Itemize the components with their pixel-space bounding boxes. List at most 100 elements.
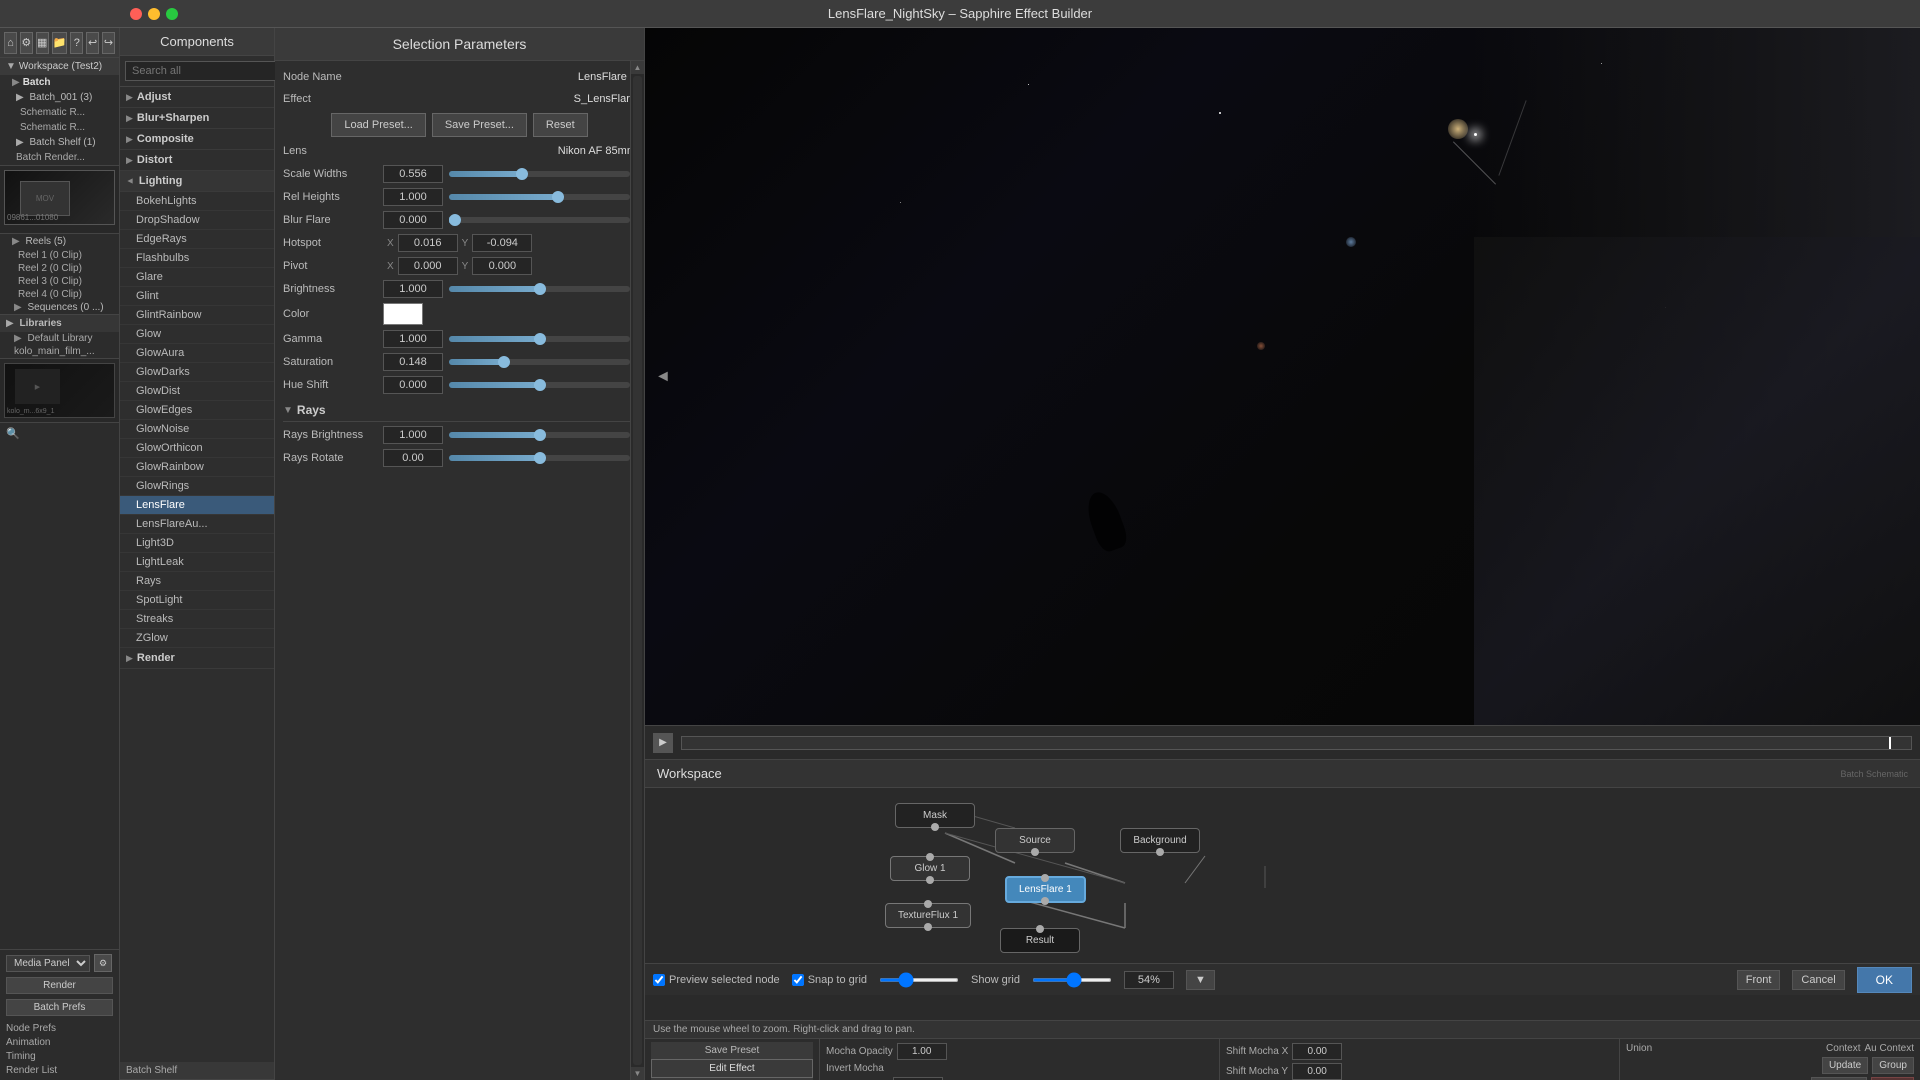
- close-button[interactable]: [130, 8, 142, 20]
- batch-node[interactable]: ▶ Batch: [0, 75, 119, 90]
- maximize-button[interactable]: [166, 8, 178, 20]
- comp-item-glow[interactable]: Glow: [120, 325, 274, 344]
- sequences-node[interactable]: ▶ Sequences (0 ...): [0, 301, 119, 314]
- scale-widths-input[interactable]: [383, 165, 443, 183]
- reel2-node[interactable]: Reel 2 (0 Clip): [0, 262, 119, 275]
- folder-icon[interactable]: 📁: [52, 32, 68, 54]
- media-panel-settings-icon[interactable]: ⚙: [94, 954, 112, 972]
- batch-render-node[interactable]: Batch Render...: [0, 150, 119, 165]
- update-button[interactable]: Update: [1822, 1057, 1868, 1074]
- comp-item-dropshadow[interactable]: DropShadow: [120, 211, 274, 230]
- lensflare1-node[interactable]: LensFlare 1: [1005, 876, 1086, 903]
- comp-item-zglow[interactable]: ZGlow: [120, 629, 274, 648]
- glow1-node[interactable]: Glow 1: [890, 856, 970, 881]
- zoom-slider[interactable]: [1032, 978, 1112, 982]
- gear-icon[interactable]: ⚙: [20, 32, 33, 54]
- reel3-node[interactable]: Reel 3 (0 Clip): [0, 275, 119, 288]
- snap-slider[interactable]: [879, 978, 959, 982]
- rays-section-header[interactable]: ▼ Rays: [283, 399, 636, 422]
- save-preset-button[interactable]: Save Preset...: [432, 113, 527, 137]
- home-icon[interactable]: ⌂: [4, 32, 17, 54]
- front-button[interactable]: Front: [1737, 970, 1781, 990]
- comp-item-lensflare[interactable]: LensFlare: [120, 496, 274, 515]
- gamma-input[interactable]: [383, 330, 443, 348]
- comp-category-render[interactable]: ▶Render: [120, 648, 274, 669]
- comp-item-edgerays[interactable]: EdgeRays: [120, 230, 274, 249]
- comp-item-glintrainbow[interactable]: GlintRainbow: [120, 306, 274, 325]
- rel-heights-input[interactable]: [383, 188, 443, 206]
- mask-node[interactable]: Mask: [895, 803, 975, 828]
- comp-item-bokehlights[interactable]: BokehLights: [120, 192, 274, 211]
- blur-flare-input[interactable]: [383, 211, 443, 229]
- brightness-input[interactable]: [383, 280, 443, 298]
- timeline-bar[interactable]: [681, 736, 1912, 750]
- comp-category-lighting[interactable]: ▼Lighting: [120, 171, 274, 192]
- reset-button[interactable]: Reset: [533, 113, 588, 137]
- timing-label[interactable]: Timing: [6, 1051, 36, 1062]
- redo-icon[interactable]: ↪: [102, 32, 115, 54]
- help-icon[interactable]: ?: [70, 32, 83, 54]
- zoom-input[interactable]: [1124, 971, 1174, 989]
- comp-item-glare[interactable]: Glare: [120, 268, 274, 287]
- default-library-node[interactable]: ▶ Default Library: [0, 332, 119, 345]
- minimize-button[interactable]: [148, 8, 160, 20]
- undo-icon[interactable]: ↩: [86, 32, 99, 54]
- ok-button[interactable]: OK: [1857, 967, 1912, 993]
- batch-sub-node[interactable]: ▶ Batch_001 (3): [0, 90, 119, 105]
- comp-item-light3d[interactable]: Light3D: [120, 534, 274, 553]
- scale-widths-slider[interactable]: [449, 171, 630, 177]
- background-node[interactable]: Background: [1120, 828, 1200, 853]
- comp-item-glowdarks[interactable]: GlowDarks: [120, 363, 274, 382]
- hue-shift-input[interactable]: [383, 376, 443, 394]
- comp-category-distort[interactable]: ▶Distort: [120, 150, 274, 171]
- hotspot-x-input[interactable]: [398, 234, 458, 252]
- scroll-up-icon[interactable]: ▲: [631, 61, 644, 74]
- rays-rotate-slider[interactable]: [449, 455, 630, 461]
- schematic-r1[interactable]: Schematic R...: [0, 105, 119, 120]
- texture1-node[interactable]: TextureFlux 1: [885, 903, 971, 928]
- comp-item-glowrainbow[interactable]: GlowRainbow: [120, 458, 274, 477]
- edit-effect-button[interactable]: Edit Effect: [651, 1059, 813, 1078]
- comp-category-adjust[interactable]: ▶Adjust: [120, 87, 274, 108]
- reel1-node[interactable]: Reel 1 (0 Clip): [0, 249, 119, 262]
- comp-category-composite[interactable]: ▶Composite: [120, 129, 274, 150]
- comp-item-glowdist[interactable]: GlowDist: [120, 382, 274, 401]
- libraries-node[interactable]: ▶ Libraries: [0, 314, 119, 332]
- rel-heights-slider[interactable]: [449, 194, 630, 200]
- schematic-r2[interactable]: Schematic R...: [0, 120, 119, 135]
- comp-item-glowedges[interactable]: GlowEdges: [120, 401, 274, 420]
- duplicate-button[interactable]: Duplicate: [1811, 1077, 1867, 1080]
- nav-left-icon[interactable]: ◄: [655, 368, 671, 386]
- reel4-node[interactable]: Reel 4 (0 Clip): [0, 288, 119, 301]
- render-list-label[interactable]: Render List: [6, 1065, 57, 1076]
- saturation-slider[interactable]: [449, 359, 630, 365]
- gamma-slider[interactable]: [449, 336, 630, 342]
- media-panel-dropdown[interactable]: Media Panel: [6, 955, 90, 972]
- group-button[interactable]: Group: [1872, 1057, 1914, 1074]
- params-scrollbar[interactable]: ▲ ▼: [630, 61, 644, 1080]
- hotspot-y-input[interactable]: [472, 234, 532, 252]
- comp-item-glowrings[interactable]: GlowRings: [120, 477, 274, 496]
- comp-category-blur-sharpen[interactable]: ▶Blur+Sharpen: [120, 108, 274, 129]
- comp-item-flashbulbs[interactable]: Flashbulbs: [120, 249, 274, 268]
- node-graph[interactable]: Mask Source Background: [645, 788, 1920, 963]
- rays-brightness-slider[interactable]: [449, 432, 630, 438]
- zoom-dropdown-button[interactable]: ▼: [1186, 970, 1215, 990]
- comp-item-lightleak[interactable]: LightLeak: [120, 553, 274, 572]
- mocha-opacity-input[interactable]: [897, 1043, 947, 1060]
- comp-item-glownoise[interactable]: GlowNoise: [120, 420, 274, 439]
- play-button[interactable]: ▶: [653, 733, 673, 753]
- shift-mocha-y-input[interactable]: [1292, 1063, 1342, 1080]
- result-node[interactable]: Result: [1000, 928, 1080, 953]
- comp-item-glowaura[interactable]: GlowAura: [120, 344, 274, 363]
- batch-shelf-node[interactable]: ▶ Batch Shelf (1): [0, 135, 119, 150]
- comp-item-rays[interactable]: Rays: [120, 572, 274, 591]
- render-button[interactable]: Render: [6, 977, 113, 994]
- comp-item-spotlight[interactable]: SpotLight: [120, 591, 274, 610]
- workspace-node[interactable]: ▼ Workspace (Test2): [0, 58, 119, 75]
- saturation-input[interactable]: [383, 353, 443, 371]
- animation-label[interactable]: Animation: [6, 1037, 50, 1048]
- search-input[interactable]: [125, 61, 281, 81]
- comp-item-glint[interactable]: Glint: [120, 287, 274, 306]
- blur-flare-slider[interactable]: [449, 217, 630, 223]
